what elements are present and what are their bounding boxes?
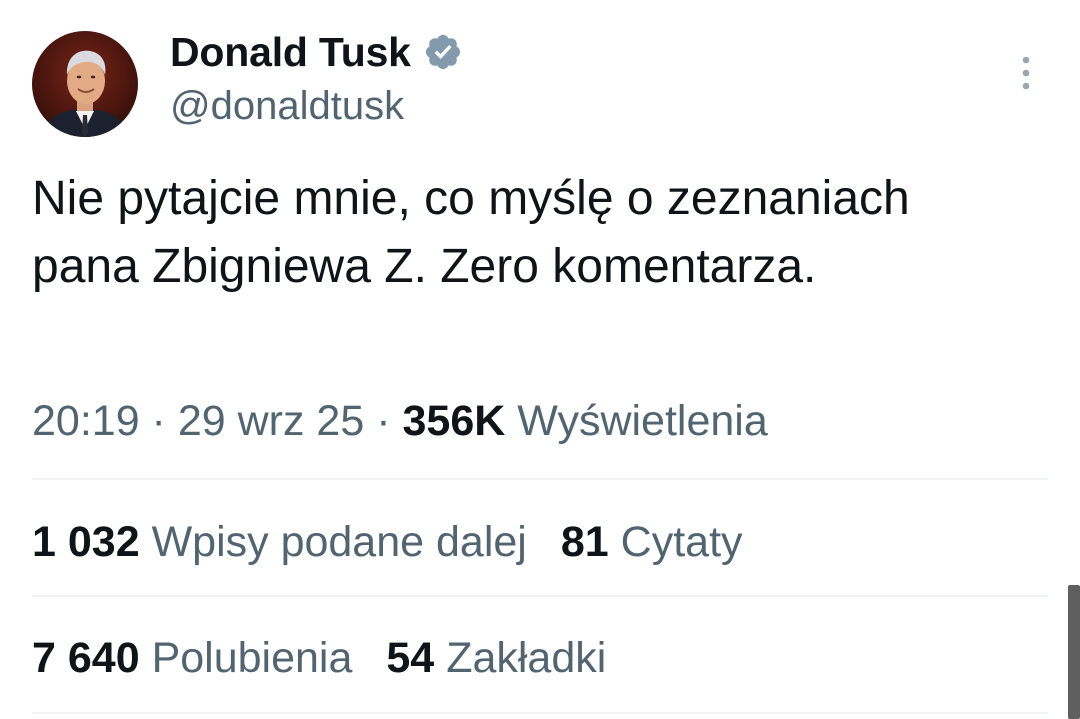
bookmarks-stat[interactable]: 54 Zakładki bbox=[386, 630, 606, 686]
quotes-count: 81 bbox=[560, 518, 609, 566]
more-options-icon[interactable] bbox=[1008, 54, 1044, 94]
meta-separator: · bbox=[139, 397, 178, 445]
likes-count: 7 640 bbox=[32, 634, 140, 682]
author-handle[interactable]: @donaldtusk bbox=[170, 84, 404, 129]
tweet-text: Nie pytajcie mnie, co myślę o zeznaniach… bbox=[32, 172, 910, 293]
reposts-count: 1 032 bbox=[32, 518, 140, 566]
stats-row-likes: 7 640 Polubienia 54 Zakładki bbox=[32, 630, 640, 686]
meta-separator: · bbox=[364, 397, 403, 445]
divider bbox=[32, 478, 1048, 480]
divider bbox=[32, 712, 1048, 714]
verified-badge-icon[interactable] bbox=[423, 32, 463, 72]
profile-photo bbox=[32, 31, 138, 137]
scrollbar[interactable] bbox=[1068, 585, 1080, 719]
bookmarks-label: Zakładki bbox=[446, 634, 607, 682]
quotes-stat[interactable]: 81 Cytaty bbox=[561, 514, 743, 570]
views-label: Wyświetlenia bbox=[517, 397, 768, 445]
likes-label: Polubienia bbox=[151, 634, 353, 682]
divider bbox=[32, 595, 1048, 597]
tweet-time[interactable]: 20:19 bbox=[32, 397, 140, 445]
tweet-meta: 20:19 · 29 wrz 25 · 356K Wyświetlenia bbox=[32, 393, 768, 449]
avatar[interactable] bbox=[32, 31, 138, 137]
likes-stat[interactable]: 7 640 Polubienia bbox=[32, 630, 352, 686]
views-count: 356K bbox=[402, 397, 506, 445]
author-name-row[interactable]: Donald Tusk bbox=[170, 28, 463, 76]
stats-row-reposts: 1 032 Wpisy podane dalej 81 Cytaty bbox=[32, 514, 777, 570]
bookmarks-count: 54 bbox=[386, 634, 435, 682]
reposts-label: Wpisy podane dalej bbox=[151, 518, 527, 566]
author-display-name[interactable]: Donald Tusk bbox=[170, 29, 411, 76]
reposts-stat[interactable]: 1 032 Wpisy podane dalej bbox=[32, 514, 527, 570]
quotes-label: Cytaty bbox=[620, 518, 743, 566]
tweet-date[interactable]: 29 wrz 25 bbox=[178, 397, 364, 445]
